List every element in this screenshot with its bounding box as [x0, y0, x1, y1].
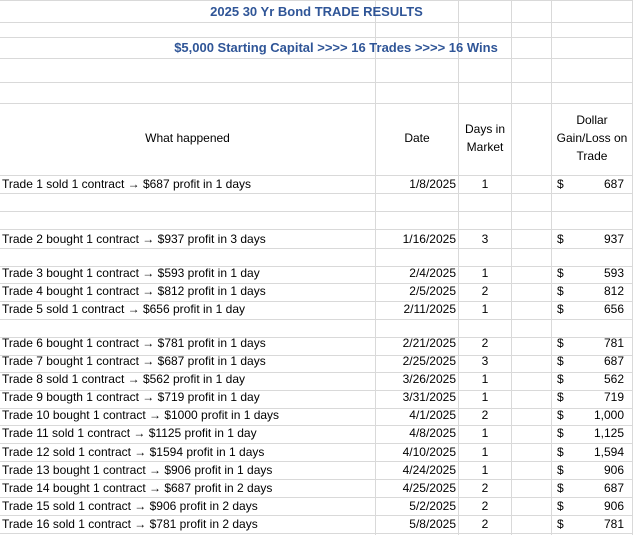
trade-days: 2 [481, 284, 489, 298]
trade-days: 2 [481, 481, 489, 495]
trade-amount: 656 [603, 302, 624, 316]
trade-days: 1 [481, 266, 489, 280]
trade-amount: 781 [603, 336, 624, 350]
trade-days: 3 [481, 232, 489, 246]
trade-description: Trade 6 bought 1 contract → $781 profit … [2, 336, 266, 350]
trade-currency-symbol: $ [557, 499, 564, 513]
trade-amount: 906 [603, 463, 624, 477]
trade-description: Trade 14 bought 1 contract → $687 profit… [2, 481, 273, 495]
trade-currency-symbol: $ [557, 463, 564, 477]
trade-currency-symbol: $ [557, 372, 564, 386]
trade-amount: 937 [603, 232, 624, 246]
trade-date: 4/25/2025 [402, 481, 456, 495]
trade-date: 2/11/2025 [403, 302, 457, 316]
trade-amount: 719 [603, 390, 624, 404]
trade-days: 1 [481, 390, 489, 404]
trade-currency-symbol: $ [557, 408, 564, 422]
trade-days: 2 [481, 517, 489, 531]
trade-date: 2/21/2025 [402, 336, 456, 350]
trade-amount: 687 [603, 177, 624, 191]
trade-currency-symbol: $ [557, 354, 564, 368]
trade-description: Trade 12 sold 1 contract → $1594 profit … [2, 445, 265, 459]
trade-amount: 1,594 [593, 445, 624, 459]
trade-days: 1 [481, 426, 489, 440]
trade-amount: 781 [603, 517, 624, 531]
trade-currency-symbol: $ [557, 302, 564, 316]
header-what-happened: What happened [145, 131, 230, 145]
trade-date: 2/25/2025 [402, 354, 456, 368]
trade-currency-symbol: $ [557, 177, 564, 191]
trade-amount: 687 [603, 354, 624, 368]
trade-date: 5/8/2025 [409, 517, 456, 531]
header-gain-line3: Trade [576, 149, 608, 163]
trade-description: Trade 1 sold 1 contract → $687 profit in… [2, 177, 252, 191]
trade-description: Trade 9 bougth 1 contract → $719 profit … [2, 390, 260, 404]
trade-amount: 906 [603, 499, 624, 513]
header-date: Date [404, 131, 430, 145]
trade-date: 2/4/2025 [409, 266, 456, 280]
trade-date: 1/16/2025 [402, 232, 456, 246]
sheet-title: 2025 30 Yr Bond TRADE RESULTS [210, 4, 423, 19]
header-days-line2: Market [466, 140, 504, 154]
trade-currency-symbol: $ [557, 232, 564, 246]
trade-days: 1 [481, 445, 489, 459]
trade-description: Trade 2 bought 1 contract → $937 profit … [2, 232, 266, 246]
trade-amount: 562 [603, 372, 624, 386]
sheet-subtitle: $5,000 Starting Capital >>>> 16 Trades >… [174, 40, 498, 55]
trade-date: 2/5/2025 [409, 284, 456, 298]
trade-amount: 1,125 [593, 426, 624, 440]
trade-date: 3/31/2025 [402, 390, 456, 404]
trade-date: 5/2/2025 [409, 499, 456, 513]
trade-date: 4/1/2025 [409, 408, 456, 422]
trade-date: 3/26/2025 [402, 372, 456, 386]
trade-currency-symbol: $ [557, 517, 564, 531]
trade-currency-symbol: $ [557, 390, 564, 404]
trade-currency-symbol: $ [557, 284, 564, 298]
trade-description: Trade 13 bought 1 contract → $906 profit… [2, 463, 273, 477]
trade-currency-symbol: $ [557, 426, 564, 440]
header-days-line1: Days in [464, 122, 505, 136]
trade-days: 2 [481, 408, 489, 422]
trade-date: 1/8/2025 [409, 177, 456, 191]
trade-currency-symbol: $ [557, 445, 564, 459]
trade-description: Trade 11 sold 1 contract → $1125 profit … [2, 426, 257, 440]
header-days-in-market: Days in Market [459, 120, 511, 156]
trade-currency-symbol: $ [557, 481, 564, 495]
trade-description: Trade 16 sold 1 contract → $781 profit i… [2, 517, 258, 531]
trade-currency-symbol: $ [557, 266, 564, 280]
header-gain-line1: Dollar [576, 113, 608, 127]
trade-days: 2 [481, 499, 489, 513]
header-gain-line2: Gain/Loss on [556, 131, 628, 145]
trade-date: 4/24/2025 [402, 463, 456, 477]
trade-description: Trade 3 bought 1 contract → $593 profit … [2, 266, 260, 280]
trade-description: Trade 15 sold 1 contract → $906 profit i… [2, 499, 258, 513]
trade-description: Trade 4 bought 1 contract → $812 profit … [2, 284, 266, 298]
trade-date: 4/8/2025 [409, 426, 456, 440]
trade-description: Trade 10 bought 1 contract → $1000 profi… [2, 408, 280, 422]
trade-description: Trade 8 sold 1 contract → $562 profit in… [2, 372, 246, 386]
trade-currency-symbol: $ [557, 336, 564, 350]
trade-amount: 593 [603, 266, 624, 280]
trade-days: 2 [481, 336, 489, 350]
trade-amount: 1,000 [593, 408, 624, 422]
trade-days: 3 [481, 354, 489, 368]
trade-days: 1 [481, 302, 489, 316]
trade-date: 4/10/2025 [402, 445, 456, 459]
trade-amount: 687 [603, 481, 624, 495]
header-dollar-gain-loss: Dollar Gain/Loss on Trade [552, 111, 632, 165]
trade-description: Trade 5 sold 1 contract → $656 profit in… [2, 302, 246, 316]
trade-description: Trade 7 bought 1 contract → $687 profit … [2, 354, 266, 368]
trade-days: 1 [481, 372, 489, 386]
trade-amount: 812 [603, 284, 624, 298]
trade-days: 1 [481, 177, 489, 191]
trade-days: 1 [481, 463, 489, 477]
